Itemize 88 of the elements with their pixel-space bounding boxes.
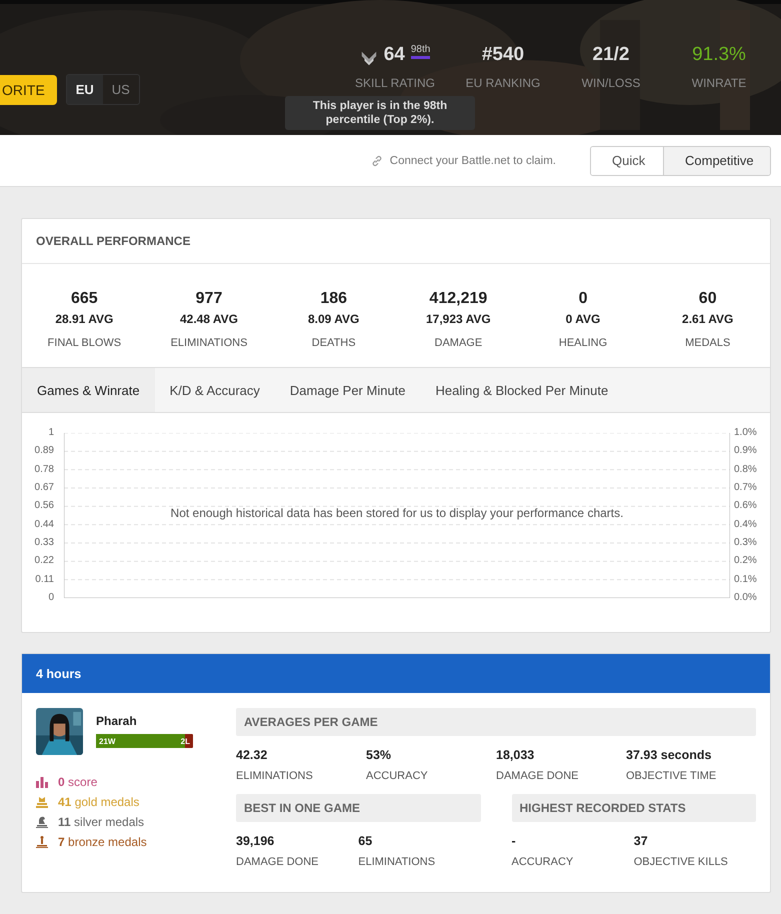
- losses-label: 2L: [180, 736, 191, 746]
- stat-value: 91.3%: [692, 44, 746, 66]
- stat-value: 665: [70, 290, 98, 308]
- stat-average: 0 AVG: [566, 312, 600, 326]
- section-title: HIGHEST RECORDED STATS: [512, 794, 756, 822]
- stat-value: 64: [384, 44, 405, 66]
- wins-label: 21W: [98, 736, 116, 746]
- stat-value: 42.32: [236, 748, 268, 762]
- stat-label: DEATHS: [312, 337, 356, 349]
- stat-average: 2.61 AVG: [682, 312, 734, 326]
- stat-label: HEALING: [558, 337, 608, 349]
- medal-count: 7 bronze medals: [58, 835, 147, 849]
- axis-tick-label: 0.44: [34, 518, 54, 531]
- stat-value: #540: [482, 44, 524, 66]
- stat-value: 18,033: [496, 748, 536, 762]
- axis-tick-label: 0.78: [34, 464, 54, 476]
- percentile-badge: 98th: [410, 44, 430, 59]
- axis-tick-label: 0.11: [35, 574, 54, 586]
- axis-tick-label: 0.2%: [734, 555, 758, 568]
- empty-chart-message: Not enough historical data has been stored for us to display your performance charts.: [170, 506, 624, 520]
- stat-label: EU RANKING: [466, 76, 540, 90]
- link-icon: [370, 154, 383, 166]
- tooltip: This player is in the 98th percentile (Top 2%).: [285, 96, 475, 130]
- chart-tab[interactable]: Games & Winrate: [22, 368, 155, 412]
- hero-name: Pharah: [96, 714, 138, 728]
- region-button[interactable]: US: [102, 75, 139, 104]
- stat-value: -: [512, 834, 517, 848]
- axis-tick-label: 0.56: [34, 500, 54, 512]
- stat-label: DAMAGE: [434, 337, 482, 349]
- stat-label: OBJECTIVE KILLS: [634, 856, 729, 868]
- rank-icon: [360, 49, 378, 67]
- claim-text: Connect your Battle.net to claim.: [390, 154, 556, 166]
- session-header: 4 hours: [22, 654, 770, 693]
- stat-label: DAMAGE DONE: [236, 856, 320, 868]
- axis-tick-label: 0.7%: [734, 482, 758, 494]
- medal-count: 0 score: [58, 775, 98, 789]
- section-title: AVERAGES PER GAME: [236, 708, 756, 736]
- stat-value: 37: [634, 834, 649, 848]
- axis-tick-label: 0.4%: [734, 518, 758, 531]
- axis-tick-label: 0.0%: [734, 592, 758, 604]
- stat-label: SKILL RATING: [354, 76, 436, 90]
- stat-value: 412,219: [429, 290, 488, 308]
- card-title: OVERALL PERFORMANCE: [22, 219, 770, 264]
- axis-tick-label: 1.0%: [734, 427, 758, 439]
- stat-label: WIN/LOSS: [582, 76, 640, 90]
- medal-count: 11 silver medals: [58, 815, 144, 829]
- mode-tab[interactable]: Competitive: [663, 146, 770, 174]
- stat-value: 21/2: [592, 44, 630, 66]
- stat-label: OBJECTIVE TIME: [626, 770, 718, 782]
- stat-value: 39,196: [236, 834, 276, 848]
- axis-tick-label: 0.8%: [734, 464, 758, 476]
- axis-tick-label: 0: [48, 592, 54, 604]
- stat-value: 65: [358, 834, 374, 848]
- stat-label: ACCURACY: [366, 770, 429, 782]
- stat-value: 0: [578, 290, 588, 308]
- stat-label: ACCURACY: [512, 856, 574, 868]
- chart-tab[interactable]: K/D & Accuracy: [154, 368, 275, 412]
- stat-label: MEDALS: [685, 337, 730, 349]
- axis-tick-label: 0.3%: [734, 536, 758, 549]
- axis-tick-label: 1: [48, 427, 54, 439]
- axis-tick-label: 0.22: [34, 555, 54, 568]
- medal-count: 41 gold medals: [58, 795, 140, 809]
- axis-tick-label: 0.67: [34, 482, 54, 494]
- stat-value: 37.93 seconds: [626, 748, 712, 762]
- stat-average: 28.91 AVG: [55, 312, 114, 326]
- axis-tick-label: 0.1%: [734, 574, 758, 586]
- stat-value: 60: [698, 290, 717, 308]
- section-title: BEST IN ONE GAME: [236, 794, 480, 822]
- axis-tick-label: 0.6%: [734, 500, 758, 512]
- axis-tick-label: 0.33: [34, 536, 54, 549]
- region-button[interactable]: EU: [66, 75, 103, 104]
- chart-tab[interactable]: Healing & Blocked Per Minute: [420, 368, 624, 412]
- stat-value: 977: [196, 290, 222, 308]
- stat-label: DAMAGE DONE: [496, 770, 580, 782]
- axis-tick-label: 0.9%: [734, 445, 758, 458]
- stat-label: ELIMINATIONS: [236, 770, 314, 782]
- stat-label: FINAL BLOWS: [48, 337, 122, 349]
- stat-average: 42.48 AVG: [180, 312, 238, 326]
- stat-value: 53%: [366, 748, 392, 762]
- axis-tick-label: 0.89: [34, 445, 54, 458]
- favorite-button[interactable]: ORITE: [0, 74, 57, 104]
- stat-average: 8.09 AVG: [308, 312, 360, 326]
- stat-label: ELIMINATIONS: [170, 337, 248, 349]
- stat-label: WINRATE: [692, 76, 746, 90]
- stat-average: 17,923 AVG: [426, 312, 491, 326]
- stat-value: 186: [320, 290, 348, 308]
- chart-tab[interactable]: Damage Per Minute: [274, 368, 421, 412]
- stat-label: ELIMINATIONS: [358, 856, 436, 868]
